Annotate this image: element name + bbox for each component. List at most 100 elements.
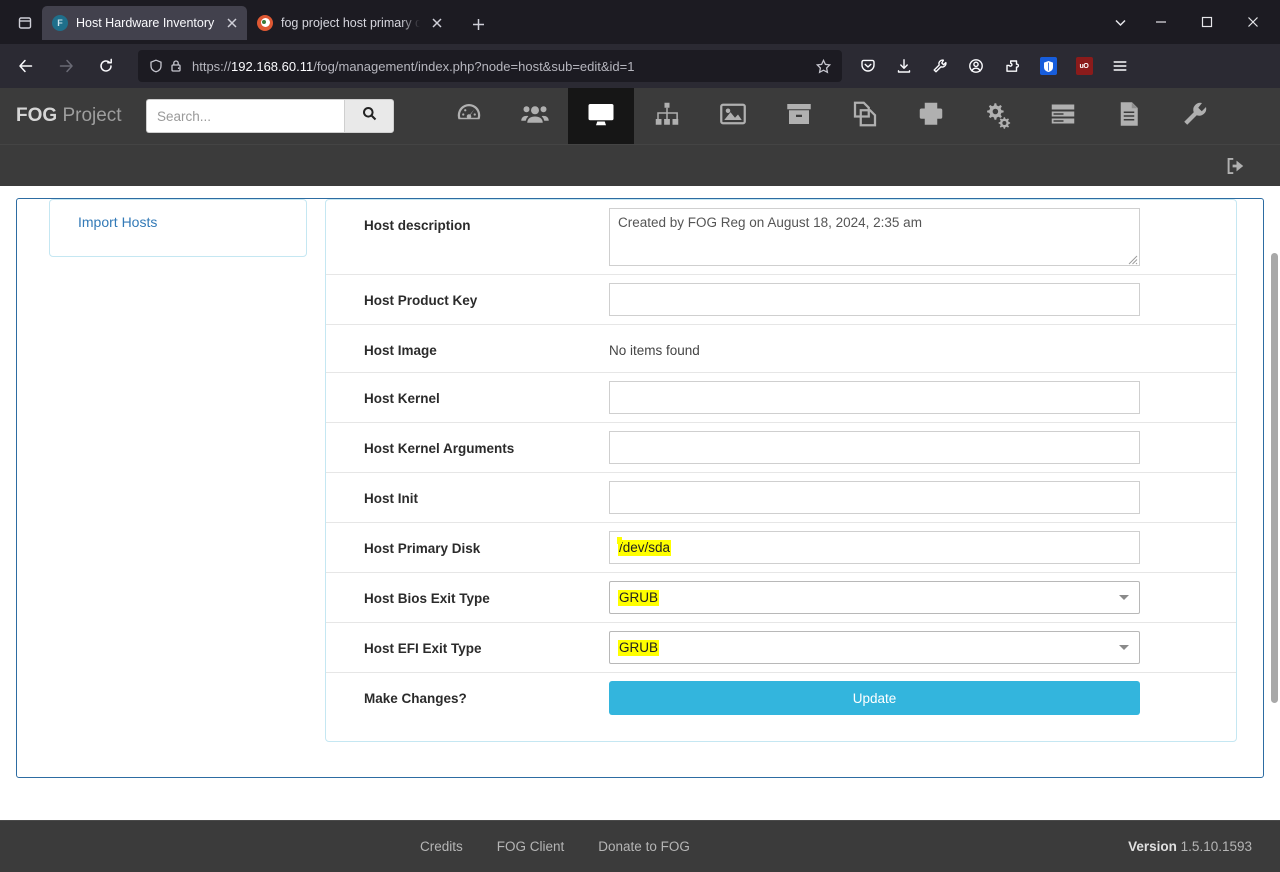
text-selection-highlight: [617, 537, 622, 544]
footer-link-donate[interactable]: Donate to FOG: [598, 839, 690, 854]
brand-bold: FOG: [16, 105, 58, 126]
nav-item-dashboard[interactable]: [436, 88, 502, 144]
form-row-host-kernel-arguments: Host Kernel Arguments: [326, 423, 1236, 473]
host-kernel-input[interactable]: [609, 381, 1140, 414]
ublock-shield-icon: uO: [1075, 57, 1093, 75]
nav-item-groups[interactable]: [634, 88, 700, 144]
fog-footer: Credits FOG Client Donate to FOG Version…: [0, 820, 1280, 872]
url-text: https://192.168.60.11/fog/management/ind…: [192, 58, 635, 74]
footer-links: Credits FOG Client Donate to FOG: [420, 839, 690, 854]
form-row-host-primary-disk: Host Primary Disk /dev/sda: [326, 523, 1236, 573]
nav-item-hosts[interactable]: [568, 88, 634, 144]
chevron-down-icon[interactable]: [1102, 0, 1138, 44]
nav-item-printers[interactable]: [898, 88, 964, 144]
url-bar[interactable]: https://192.168.60.11/fog/management/ind…: [138, 50, 842, 82]
search-input[interactable]: [146, 99, 344, 133]
page-viewport: FOG Project Search... Import Hosts Host …: [0, 88, 1280, 872]
browser-tab-inactive[interactable]: fog project host primary disk ub: [247, 6, 452, 40]
chevron-down-icon: [1119, 595, 1129, 600]
back-arrow-icon[interactable]: [9, 50, 43, 82]
bitwarden-icon[interactable]: [1032, 50, 1064, 82]
update-button[interactable]: Update: [609, 681, 1140, 715]
site-search: [146, 99, 394, 133]
reload-icon[interactable]: [89, 50, 123, 82]
brand-rest: Project: [57, 105, 122, 126]
field-control: GRUB: [609, 573, 1236, 622]
shield-icon[interactable]: [146, 56, 166, 76]
scrollbar-thumb[interactable]: [1271, 253, 1278, 703]
tab-list-icon[interactable]: [8, 7, 42, 39]
version-word: Version: [1128, 839, 1177, 854]
sidebar-panel: Import Hosts: [49, 199, 307, 257]
wrench-icon[interactable]: [924, 50, 956, 82]
fog-subbar: [0, 144, 1280, 186]
host-bios-exit-type-select[interactable]: GRUB: [609, 581, 1140, 614]
content-container: Import Hosts Host description Created by…: [16, 198, 1264, 778]
sitemap-icon: [652, 99, 682, 134]
field-label: Host Init: [364, 491, 418, 506]
ublock-origin-icon[interactable]: uO: [1068, 50, 1100, 82]
pocket-save-icon[interactable]: [852, 50, 884, 82]
maximize-icon[interactable]: [1184, 0, 1230, 44]
fog-logo[interactable]: FOG Project: [16, 105, 146, 127]
picture-icon: [718, 99, 748, 134]
tab-title: Host Hardware Inventory: [76, 16, 215, 30]
wrench-icon: [1180, 99, 1210, 134]
host-edit-form: Host description Host Product Key: [325, 199, 1237, 742]
field-label: Host Kernel: [364, 391, 440, 406]
minimize-icon[interactable]: [1138, 0, 1184, 44]
sign-out-icon[interactable]: [1218, 149, 1252, 183]
nav-item-snapins[interactable]: [832, 88, 898, 144]
form-row-host-bios-exit-type: Host Bios Exit Type GRUB: [326, 573, 1236, 623]
form-row-host-product-key: Host Product Key: [326, 275, 1236, 325]
browser-tab-active[interactable]: F Host Hardware Inventory: [42, 6, 247, 40]
form-row-host-description: Host description: [326, 200, 1236, 275]
app-menu-icon[interactable]: [1104, 50, 1136, 82]
gears-icon: [982, 99, 1012, 134]
close-icon[interactable]: [428, 14, 446, 32]
account-icon[interactable]: [960, 50, 992, 82]
field-control: No items found: [609, 325, 1236, 366]
nav-item-users[interactable]: [502, 88, 568, 144]
extensions-icon[interactable]: [996, 50, 1028, 82]
host-efi-exit-type-select[interactable]: GRUB: [609, 631, 1140, 664]
host-product-key-input[interactable]: [609, 283, 1140, 316]
nav-item-fog-settings[interactable]: [1162, 88, 1228, 144]
star-icon[interactable]: [812, 55, 834, 77]
nav-item-tasks[interactable]: [1030, 88, 1096, 144]
field-label: Host Kernel Arguments: [364, 441, 515, 456]
nav-item-images[interactable]: [700, 88, 766, 144]
chevron-down-icon: [1119, 645, 1129, 650]
nav-item-services[interactable]: [964, 88, 1030, 144]
lock-warning-icon[interactable]: [166, 56, 186, 76]
form-row-host-kernel: Host Kernel: [326, 373, 1236, 423]
new-tab-button[interactable]: [462, 9, 494, 39]
form-row-make-changes: Make Changes? Update: [326, 673, 1236, 723]
footer-link-credits[interactable]: Credits: [420, 839, 463, 854]
host-init-input[interactable]: [609, 481, 1140, 514]
nav-item-reports[interactable]: [1096, 88, 1162, 144]
nav-item-storage[interactable]: [766, 88, 832, 144]
downloads-icon[interactable]: [888, 50, 920, 82]
host-image-value: No items found: [609, 343, 700, 358]
field-control: /dev/sda: [609, 523, 1236, 572]
field-control: [609, 423, 1236, 472]
search-button[interactable]: [344, 99, 394, 133]
host-primary-disk-input[interactable]: /dev/sda: [609, 531, 1140, 564]
close-icon[interactable]: [223, 14, 241, 32]
archive-box-icon: [784, 99, 814, 134]
sidebar: Import Hosts: [17, 199, 321, 777]
document-icon: [1114, 99, 1144, 134]
sidebar-item-import-hosts[interactable]: Import Hosts: [50, 214, 306, 230]
tab-bar: F Host Hardware Inventory fog project ho…: [0, 0, 1280, 44]
host-description-textarea[interactable]: [609, 208, 1140, 266]
host-kernel-arguments-input[interactable]: [609, 431, 1140, 464]
gauge-icon: [454, 99, 484, 134]
version-number: 1.5.10.1593: [1180, 839, 1252, 854]
field-label: Make Changes?: [364, 691, 467, 706]
footer-link-fog-client[interactable]: FOG Client: [497, 839, 565, 854]
field-label: Host EFI Exit Type: [364, 641, 482, 656]
window-close-icon[interactable]: [1230, 0, 1276, 44]
page-scrollbar[interactable]: [1269, 88, 1280, 872]
fog-f-icon: F: [52, 15, 68, 31]
